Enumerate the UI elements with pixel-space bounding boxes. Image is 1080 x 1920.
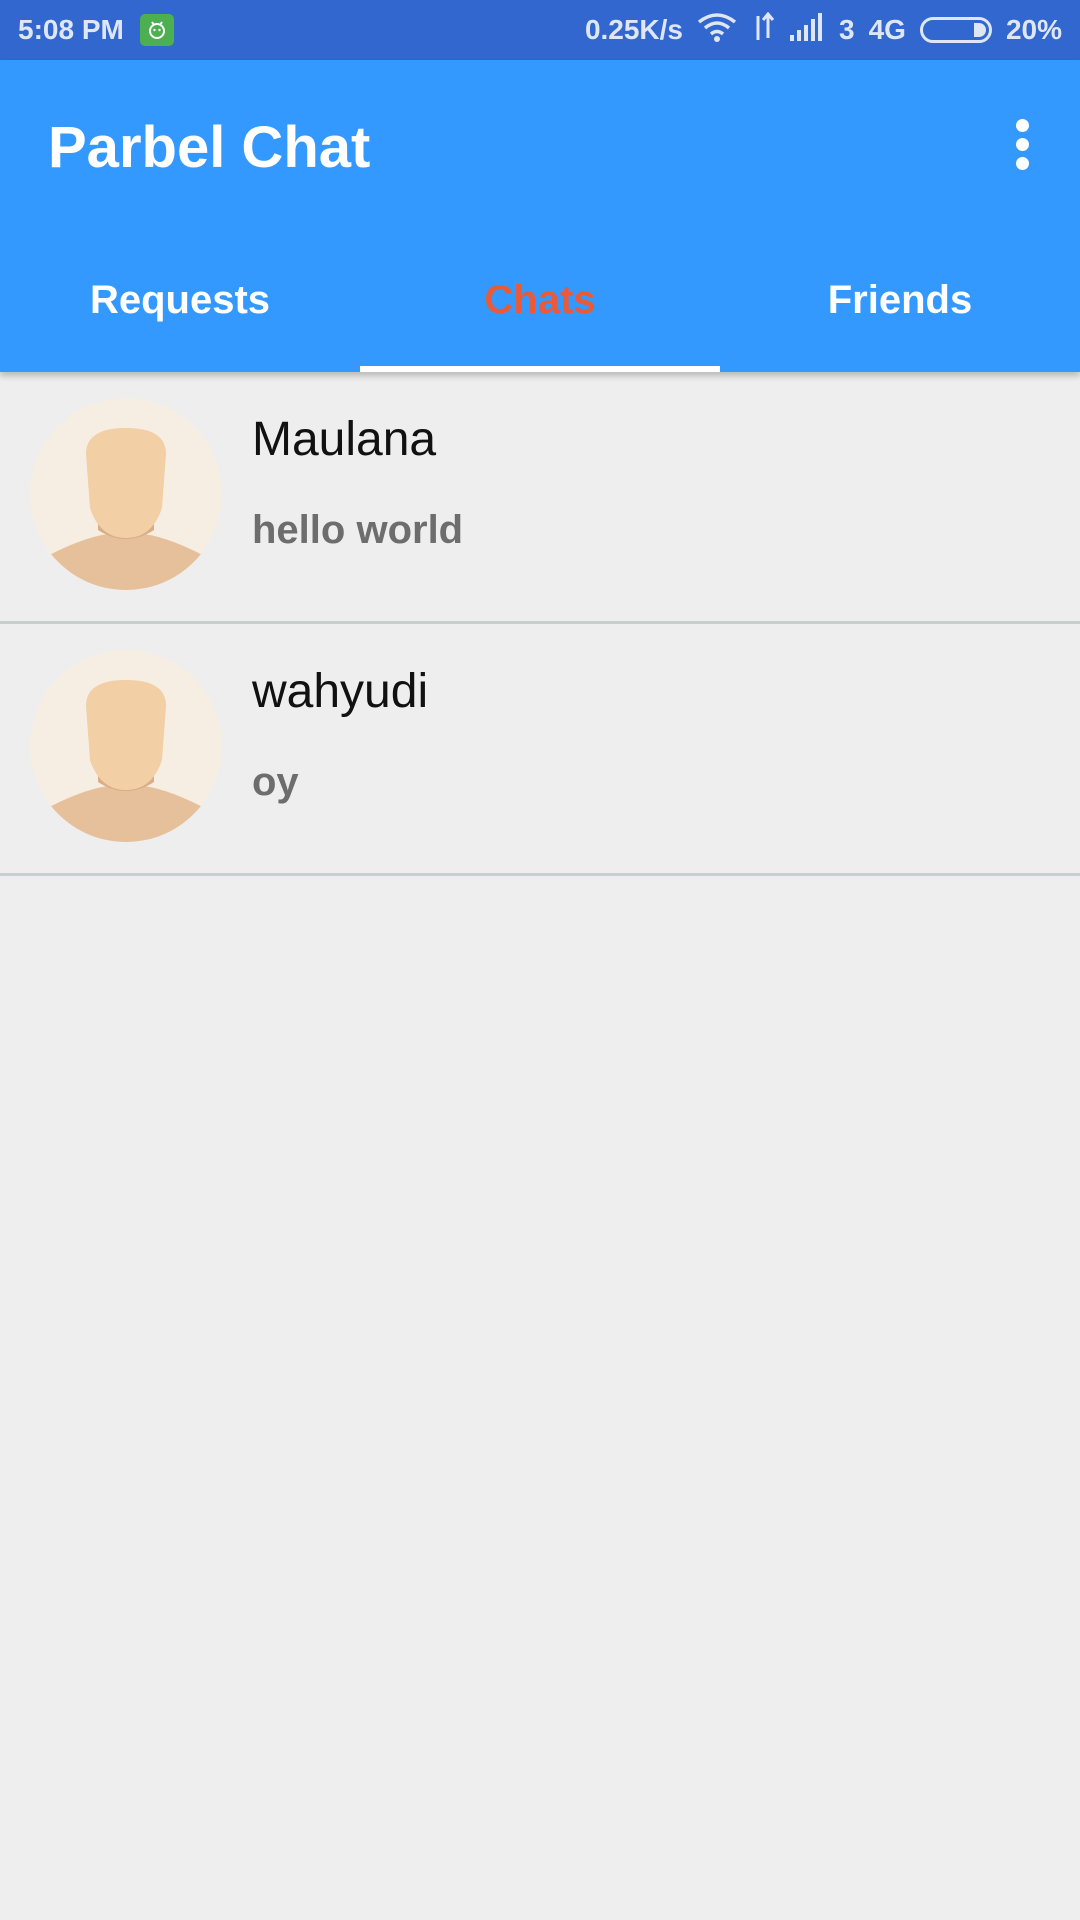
battery-level: 20%	[1005, 14, 1062, 45]
tab-friends[interactable]: Friends	[720, 246, 1080, 372]
overflow-menu-button[interactable]	[994, 112, 1050, 176]
battery-icon	[919, 17, 992, 43]
tab-chats[interactable]: Chats	[360, 246, 720, 372]
more-vert-icon	[1015, 118, 1029, 132]
app-bar: Parbel Chat Requests Chats Friends	[0, 60, 1080, 372]
avatar	[30, 650, 222, 842]
more-vert-dot	[1015, 137, 1029, 151]
avatar	[30, 398, 222, 590]
chat-list-item[interactable]: Maulana hello world	[0, 372, 1080, 624]
chat-contact-name: Maulana	[252, 413, 437, 466]
network-speed: 0.25K/s	[584, 14, 684, 45]
chat-list: Maulana hello world wahyudi oy	[0, 372, 1080, 876]
more-vert-dot	[1015, 156, 1029, 170]
chat-list-item[interactable]: wahyudi oy	[0, 624, 1080, 876]
android-notification-icon	[139, 14, 174, 46]
status-bar: 5:08 PM 0.25K/s 3 4G 20%	[0, 0, 1080, 60]
tab-bar: Requests Chats Friends	[0, 246, 1080, 372]
signal-icon	[789, 12, 825, 48]
tab-requests[interactable]: Requests	[0, 246, 360, 372]
status-time: 5:08 PM	[18, 14, 124, 45]
status-right: 0.25K/s 3 4G 20%	[571, 11, 1062, 49]
default-avatar-icon	[30, 650, 222, 842]
data-transfer-icon	[751, 11, 775, 49]
chat-contact-name: wahyudi	[252, 665, 429, 718]
chat-last-message: oy	[252, 760, 299, 804]
status-left: 5:08 PM	[18, 14, 190, 46]
app-title: Parbel Chat	[48, 115, 371, 180]
sim-label: 3	[839, 14, 855, 45]
chat-last-message: hello world	[252, 508, 464, 552]
wifi-icon	[697, 12, 737, 49]
network-type: 4G	[868, 14, 906, 45]
default-avatar-icon	[30, 398, 222, 590]
